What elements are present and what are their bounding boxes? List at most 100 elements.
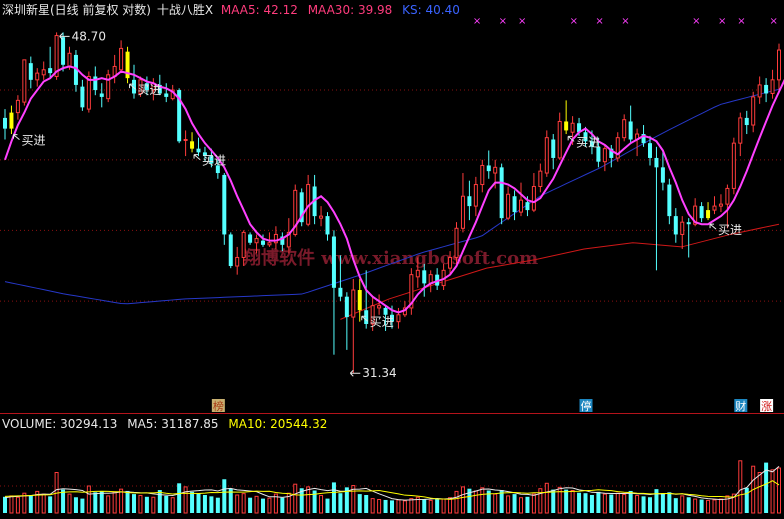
candle-body	[377, 305, 382, 309]
volume-bar	[615, 492, 620, 514]
volume-bar	[693, 498, 698, 514]
event-tag: 榜	[213, 399, 224, 413]
volume-bar	[41, 493, 46, 514]
candle-body	[196, 148, 201, 153]
event-tag: 财	[735, 399, 746, 413]
candle-body	[519, 199, 523, 213]
volume-bar	[448, 497, 453, 514]
x-marker: ×	[473, 16, 481, 27]
maa5-label: MAA5:	[220, 3, 260, 17]
x-marker: ×	[692, 16, 700, 27]
candle-body	[119, 47, 124, 71]
volume-bar	[654, 489, 659, 513]
x-marker: ×	[770, 16, 778, 27]
chart-svg: 翔博软件 www.xiangbosoft.com买进买进买进买进买进买进48.7…	[0, 16, 784, 514]
candle-body	[544, 137, 549, 174]
candle-body	[415, 269, 420, 278]
candle-body	[422, 270, 427, 284]
candle-body	[164, 93, 169, 97]
volume-bar	[119, 488, 124, 514]
candle-body	[254, 238, 259, 244]
volume-bar	[99, 491, 104, 513]
volume-bar	[364, 495, 369, 513]
maa5-value: 42.12	[263, 3, 298, 17]
candle-body	[667, 184, 672, 217]
volume-bar	[551, 489, 556, 513]
candle-body	[538, 170, 543, 187]
volume-bar	[248, 497, 253, 513]
candle-body	[267, 242, 272, 246]
candle-body	[731, 142, 736, 189]
candle-body	[41, 69, 46, 76]
volume-bar	[628, 490, 633, 513]
volume-bar	[164, 495, 169, 513]
buy-signal-label: 买进	[370, 315, 394, 329]
x-marker: ×	[518, 16, 526, 27]
volume-bar	[293, 483, 298, 514]
x-marker: ×	[499, 16, 507, 27]
candle-body	[480, 164, 485, 186]
candle-body	[718, 203, 723, 207]
buy-signal-label: 买进	[576, 135, 600, 149]
volume-bar	[589, 495, 594, 513]
ks-value: 40.40	[425, 3, 460, 17]
volume-bar	[583, 493, 588, 513]
volume-bar	[196, 493, 201, 513]
candle-body	[454, 227, 459, 258]
volume-bar	[493, 493, 498, 514]
x-marker: ×	[570, 16, 578, 27]
volume-bar	[648, 497, 652, 513]
candle-body	[570, 122, 575, 133]
candle-body	[48, 68, 53, 74]
candle-body	[467, 196, 472, 207]
low-arrow	[349, 369, 361, 377]
candle-body	[725, 187, 730, 205]
volume-bar	[357, 494, 362, 513]
volume-bar	[151, 496, 156, 514]
maa30-value: 39.98	[357, 3, 393, 17]
volume-bar	[680, 495, 685, 514]
volume-bar	[254, 495, 259, 514]
high-price-label: 48.70	[72, 29, 106, 43]
candle-body	[757, 84, 762, 98]
candle-body	[493, 166, 498, 174]
candle-body	[222, 174, 227, 235]
ks-label: KS:	[402, 3, 422, 17]
candle-body	[706, 210, 711, 219]
candle-body	[9, 112, 14, 129]
candle-body	[777, 49, 781, 81]
candle-body	[473, 184, 478, 207]
candle-body	[80, 86, 85, 108]
volume-bar	[512, 494, 517, 513]
volume-bar	[235, 494, 240, 514]
candle-body	[680, 221, 685, 235]
volume-bar	[86, 485, 91, 514]
buy-arrow	[193, 154, 201, 161]
buy-signal-label: 买进	[718, 223, 742, 237]
candle-body	[241, 231, 246, 258]
candle-body	[531, 185, 536, 211]
candle-body	[344, 296, 349, 318]
volume-bar	[402, 500, 407, 514]
volume-bar	[519, 497, 523, 514]
x-marker: ×	[718, 16, 726, 27]
kline-chart-stage: 翔博软件 www.xiangbosoft.com 买进 买进 买进 买进 买进 买进 48.7…	[0, 0, 784, 515]
volume-label: VOLUME:	[2, 417, 57, 431]
candle-body	[261, 240, 265, 245]
candle-body	[557, 120, 562, 159]
volume-bar	[473, 490, 478, 514]
candle-body	[654, 157, 659, 168]
volume-bar	[506, 495, 511, 514]
volume-bar	[686, 497, 691, 513]
volume-bar	[422, 499, 427, 513]
candle-body	[364, 310, 369, 324]
candle-body	[331, 236, 336, 288]
candle-body	[396, 314, 401, 323]
x-marker: ×	[595, 16, 603, 27]
candle-body	[3, 117, 7, 129]
candle-body	[15, 99, 20, 114]
volume-bar	[306, 486, 311, 514]
volume-bar	[28, 495, 33, 513]
volume-value: 30294.13	[60, 417, 118, 431]
candle-body	[383, 307, 388, 315]
